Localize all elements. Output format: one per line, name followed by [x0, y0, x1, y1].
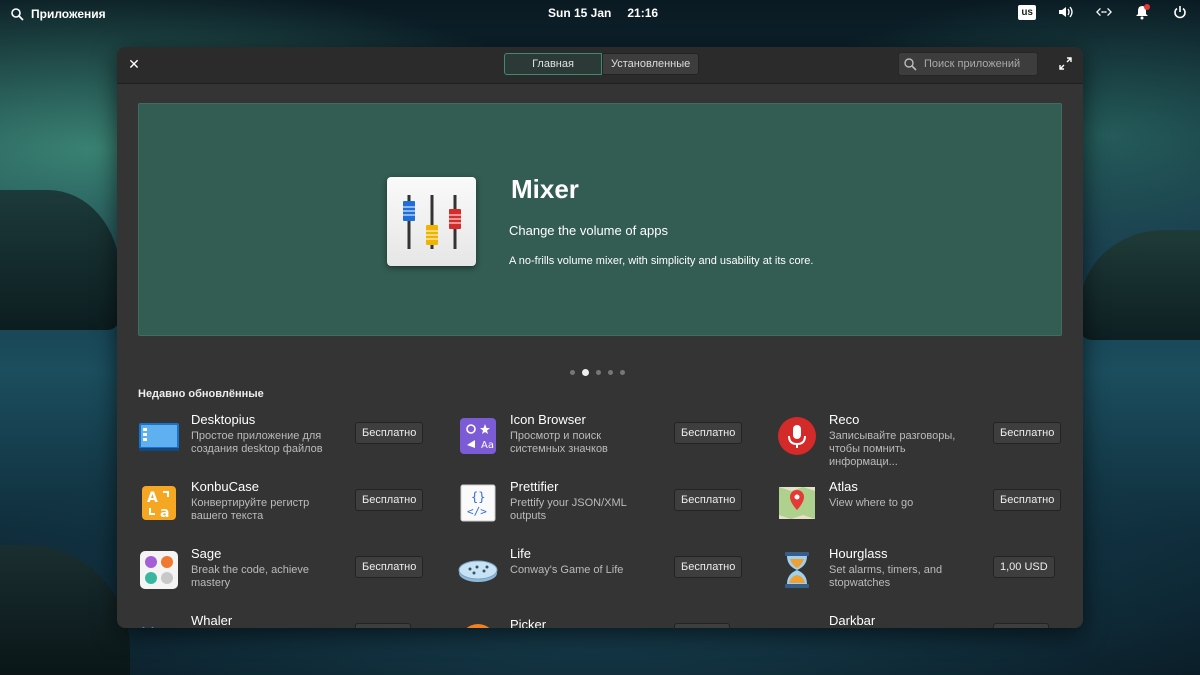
app-description: View where to go — [829, 497, 914, 509]
app-name: Desktopius — [191, 412, 256, 427]
install-button[interactable]: Бесплатно — [355, 422, 424, 444]
app-item-sage[interactable]: Sage Break the code, achieve mastery Бес… — [138, 543, 428, 599]
install-button[interactable]: Бесплатно — [355, 489, 424, 511]
tab-installed[interactable]: Установленные — [602, 53, 700, 75]
wallpaper-rock — [0, 545, 130, 675]
appcenter-window: ✕ Главная Установленные Поиск приложений — [117, 47, 1083, 628]
app-item-icon-browser[interactable]: Aa Icon Browser Просмотр и поиск системн… — [457, 409, 747, 465]
notifications-icon[interactable] — [1134, 4, 1150, 20]
icon-browser-icon: Aa — [457, 415, 499, 457]
svg-text:{}: {} — [471, 490, 485, 504]
headerbar: ✕ Главная Установленные Поиск приложений — [117, 47, 1083, 84]
fullscreen-icon[interactable] — [1059, 57, 1073, 71]
time-label: 21:16 — [627, 6, 659, 20]
app-name: Sage — [191, 546, 222, 561]
carousel-dot[interactable] — [570, 370, 575, 375]
darkbar-icon — [776, 616, 818, 628]
top-panel: Приложения Sun 15 Jan 21:16 us — [0, 0, 1200, 26]
install-button[interactable]: Бесплатно — [674, 422, 743, 444]
app-item-reco[interactable]: Reco Записывайте разговоры, чтобы помнит… — [776, 409, 1066, 468]
keyboard-layout-indicator[interactable]: us — [1018, 4, 1036, 20]
power-icon[interactable] — [1172, 4, 1188, 20]
install-button[interactable] — [993, 623, 1049, 628]
app-description: Break the code, achieve mastery — [191, 564, 310, 589]
search-input[interactable]: Поиск приложений — [898, 52, 1038, 76]
app-item-life[interactable]: Life Conway's Game of Life Бесплатно — [457, 543, 747, 599]
featured-banner[interactable]: Mixer Change the volume of apps A no-fri… — [138, 103, 1062, 336]
app-item-konbucase[interactable]: Aa KonbuCase Конвертируйте регистр вашег… — [138, 476, 428, 532]
mixer-icon — [387, 177, 476, 266]
app-description: Конвертируйте регистр вашего текста — [191, 497, 310, 522]
app-name: Picker — [510, 617, 547, 628]
app-item-whaler[interactable]: Whaler — [138, 610, 428, 628]
carousel-dot-active[interactable] — [582, 369, 589, 376]
app-name: Whaler — [191, 613, 233, 628]
network-icon[interactable] — [1096, 4, 1112, 20]
datetime-indicator[interactable]: Sun 15 Jan 21:16 — [548, 6, 658, 20]
app-name: Icon Browser — [510, 412, 586, 427]
app-description: Простое приложение для создания desktop … — [191, 430, 323, 455]
app-item-darkbar[interactable]: Darkbar — [776, 610, 1066, 628]
svg-text:Aa: Aa — [481, 440, 494, 451]
app-name: Life — [510, 546, 531, 561]
app-item-hourglass[interactable]: Hourglass Set alarms, timers, and stopwa… — [776, 543, 1066, 599]
carousel-dot[interactable] — [596, 370, 601, 375]
app-item-desktopius[interactable]: Desktopius Простое приложение для создан… — [138, 409, 428, 465]
svg-text:</>: </> — [467, 505, 487, 518]
svg-text:A: A — [147, 490, 158, 506]
app-description: Записывайте разговоры, чтобы помнить инф… — [829, 430, 956, 468]
view-switcher: Главная Установленные — [504, 53, 700, 75]
app-item-atlas[interactable]: Atlas View where to go Бесплатно — [776, 476, 1066, 532]
app-name: KonbuCase — [191, 479, 259, 494]
whale-icon — [138, 616, 180, 628]
install-button[interactable]: Бесплатно — [993, 422, 1062, 444]
banner-description: A no-frills volume mixer, with simplicit… — [509, 255, 814, 267]
petri-dish-icon — [457, 549, 499, 591]
carousel-indicator — [570, 369, 625, 376]
section-title: Недавно обновлённые — [138, 388, 264, 400]
applications-label: Приложения — [31, 7, 106, 21]
app-item-picker[interactable]: Picker — [457, 610, 747, 628]
text-case-icon: Aa — [138, 482, 180, 524]
app-name: Reco — [829, 412, 860, 427]
wallpaper-rock — [0, 190, 120, 330]
microphone-icon — [776, 415, 818, 457]
banner-summary: Change the volume of apps — [509, 223, 668, 238]
search-icon — [904, 56, 920, 72]
search-icon — [9, 6, 25, 22]
install-button[interactable]: Бесплатно — [993, 489, 1062, 511]
carousel-dot[interactable] — [608, 370, 613, 375]
app-description: Conway's Game of Life — [510, 564, 624, 576]
install-button[interactable]: Бесплатно — [674, 556, 743, 578]
install-button[interactable]: Бесплатно — [674, 489, 743, 511]
svg-text:a: a — [160, 505, 169, 521]
date-label: Sun 15 Jan — [548, 6, 612, 20]
app-description: Set alarms, timers, and stopwatches — [829, 564, 943, 589]
map-pin-icon — [776, 482, 818, 524]
desktop-file-icon — [138, 415, 180, 457]
banner-title: Mixer — [511, 174, 579, 204]
purchase-button[interactable]: 1,00 USD — [993, 556, 1055, 578]
app-name: Prettifier — [510, 479, 559, 494]
install-button[interactable] — [674, 623, 730, 628]
app-name: Hourglass — [829, 546, 888, 561]
wallpaper-rock — [1080, 230, 1200, 340]
app-description: Просмотр и поиск системных значков — [510, 430, 608, 455]
tab-home[interactable]: Главная — [504, 53, 602, 75]
app-name: Atlas — [829, 479, 858, 494]
carousel-dot[interactable] — [620, 370, 625, 375]
install-button[interactable] — [355, 623, 411, 628]
code-document-icon: {} </> — [457, 482, 499, 524]
close-icon[interactable]: ✕ — [127, 57, 141, 71]
hourglass-icon — [776, 549, 818, 591]
volume-icon[interactable] — [1058, 4, 1074, 20]
color-picker-icon — [457, 616, 499, 628]
app-description: Prettify your JSON/XML outputs — [510, 497, 627, 522]
colored-dots-icon — [138, 549, 180, 591]
app-name: Darkbar — [829, 613, 876, 628]
install-button[interactable]: Бесплатно — [355, 556, 424, 578]
app-item-prettifier[interactable]: {} </> Prettifier Prettify your JSON/XML … — [457, 476, 747, 532]
applications-menu[interactable]: Приложения — [9, 6, 106, 22]
search-placeholder: Поиск приложений — [924, 58, 1021, 70]
